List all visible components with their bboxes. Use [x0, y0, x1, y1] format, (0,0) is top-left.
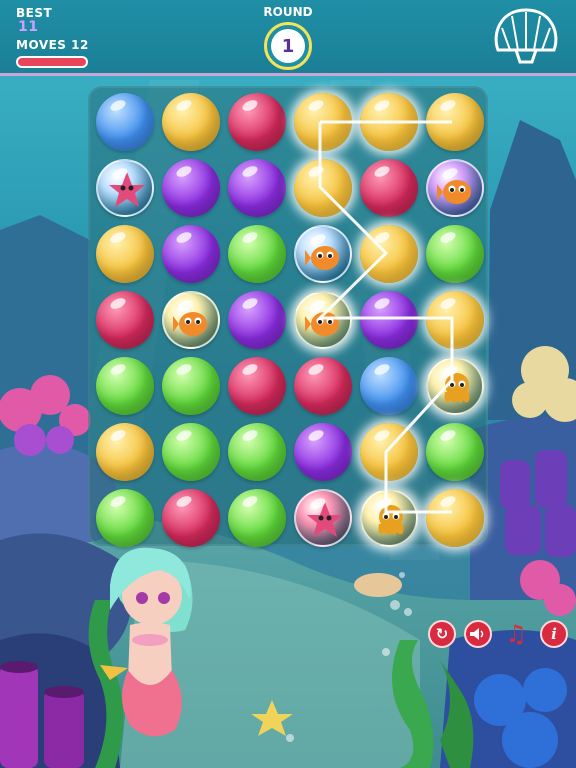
bubble-yellow[interactable] [426, 291, 484, 349]
round-label: ROUND [263, 5, 313, 19]
bubble-blue[interactable] [360, 357, 418, 415]
bubble-yellow-fish[interactable] [162, 291, 220, 349]
bubble-green[interactable] [162, 423, 220, 481]
top-bar: BEST 11 MOVES 12 ROUND 1 [0, 0, 576, 76]
bubble-yellow[interactable] [426, 489, 484, 547]
info-button[interactable]: i [540, 620, 568, 648]
bubble-yellow[interactable] [360, 93, 418, 151]
starfish-icon [307, 502, 343, 537]
moves-progress-bar [16, 56, 88, 68]
bubble-yellow-fish[interactable] [294, 291, 352, 349]
bubble-blue[interactable] [96, 93, 154, 151]
bubble-green[interactable] [228, 489, 286, 547]
bubble-green[interactable] [162, 357, 220, 415]
bubble-red[interactable] [360, 159, 418, 217]
starfish-icon [109, 172, 145, 207]
bubble-green[interactable] [96, 489, 154, 547]
bubble-yellow[interactable] [294, 159, 352, 217]
music-button[interactable]: ♫ [502, 620, 530, 648]
bubble-yellow-octopus[interactable] [426, 357, 484, 415]
bubble-yellow[interactable] [294, 93, 352, 151]
bubble-yellow[interactable] [96, 225, 154, 283]
bubble-green[interactable] [426, 423, 484, 481]
fish-icon [305, 246, 339, 270]
bubble-yellow-octopus[interactable] [360, 489, 418, 547]
bubble-blue-starfish[interactable] [96, 159, 154, 217]
bubble-purple[interactable] [294, 423, 352, 481]
info-icon: i [551, 625, 557, 643]
bubble-red[interactable] [228, 93, 286, 151]
best-score: 11 [18, 19, 39, 35]
bubble-purple[interactable] [228, 159, 286, 217]
moves-progress-fill [18, 58, 86, 66]
fish-icon [437, 180, 471, 204]
fish-icon [173, 312, 207, 336]
shell-menu-icon[interactable] [490, 4, 562, 70]
bubble-red[interactable] [162, 489, 220, 547]
bubble-red[interactable] [228, 357, 286, 415]
bubble-green[interactable] [426, 225, 484, 283]
best-label: BEST [16, 6, 53, 20]
bubble-blue-fish[interactable] [294, 225, 352, 283]
restart-icon: ↻ [435, 625, 449, 643]
bubble-red[interactable] [96, 291, 154, 349]
bubble-green[interactable] [228, 225, 286, 283]
bubble-green[interactable] [96, 357, 154, 415]
bubble-yellow[interactable] [360, 225, 418, 283]
sound-button[interactable] [464, 620, 492, 648]
bubble-purple-fish[interactable] [426, 159, 484, 217]
music-note-icon: ♫ [505, 620, 527, 648]
round-indicator: 1 [264, 22, 312, 70]
bubble-yellow[interactable] [426, 93, 484, 151]
bubble-red-starfish[interactable] [294, 489, 352, 547]
round-number: 1 [271, 29, 305, 63]
bubble-yellow[interactable] [162, 93, 220, 151]
bubble-red[interactable] [294, 357, 352, 415]
bubble-purple[interactable] [360, 291, 418, 349]
bubble-yellow[interactable] [96, 423, 154, 481]
bubble-green[interactable] [228, 423, 286, 481]
bubble-purple[interactable] [162, 225, 220, 283]
fish-icon [305, 312, 339, 336]
octopus-icon [378, 505, 404, 536]
bubble-yellow[interactable] [360, 423, 418, 481]
bubble-purple[interactable] [162, 159, 220, 217]
speaker-icon [470, 628, 484, 640]
bubble-purple[interactable] [228, 291, 286, 349]
octopus-icon [444, 373, 470, 404]
moves-label: MOVES 12 [16, 38, 89, 52]
restart-button[interactable]: ↻ [428, 620, 456, 648]
